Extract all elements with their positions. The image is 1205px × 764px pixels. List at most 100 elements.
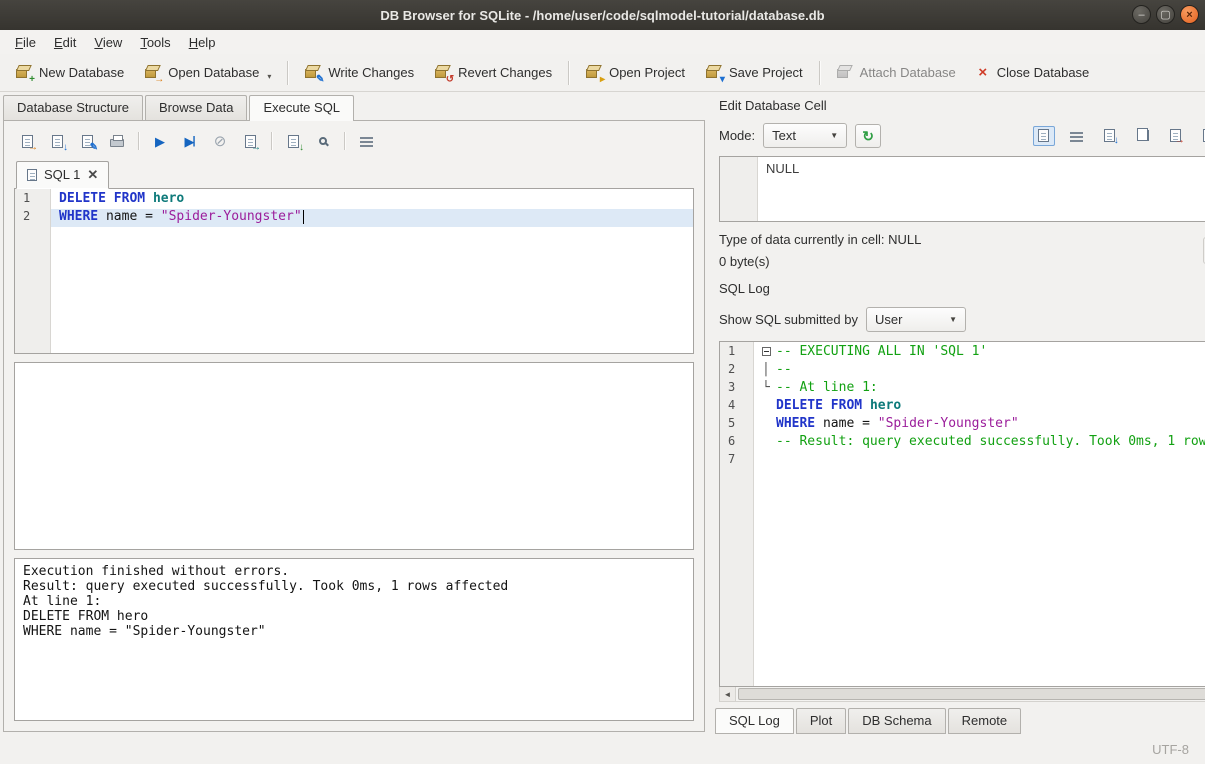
code-line[interactable]: │-- — [754, 362, 1205, 380]
new-database-label: New Database — [39, 65, 124, 80]
menu-tools[interactable]: Tools — [131, 32, 179, 53]
code-line[interactable]: -- Result: query executed successfully. … — [754, 434, 1205, 452]
main-tab-bar: Database Structure Browse Data Execute S… — [0, 92, 707, 120]
code-line[interactable] — [754, 452, 1205, 470]
word-wrap-icon: ↻ — [862, 129, 874, 143]
sql-code-editor[interactable]: 12 DELETE FROM heroWHERE name = "Spider-… — [14, 188, 694, 354]
text-mode-icon[interactable] — [1033, 126, 1055, 146]
sql-file-tab-bar: SQL 1 ✕ — [14, 161, 694, 188]
toolbar-separator — [568, 61, 569, 85]
tab-database-structure[interactable]: Database Structure — [3, 95, 143, 120]
left-panel: Database Structure Browse Data Execute S… — [0, 92, 707, 734]
sql-log-filter-label: Show SQL submitted by — [719, 312, 858, 327]
scrollbar-thumb[interactable] — [738, 688, 1205, 700]
revert-changes-button[interactable]: ↺ Revert Changes — [425, 59, 561, 87]
attach-database-button[interactable]: Attach Database — [827, 59, 965, 87]
edit-cell-dock-header: Edit Database Cell × — [711, 92, 1205, 117]
window-controls: – ▢ × — [1132, 5, 1199, 24]
close-database-label: Close Database — [997, 65, 1090, 80]
sql-log-filter-select[interactable]: User ▼ — [866, 307, 966, 332]
sql-log-dock-header: SQL Log × — [711, 275, 1205, 300]
execute-sql-panel: → ↓ ✎ ▶ ▶| ⊘ → ↓ — [3, 120, 705, 732]
dock-tab-bar: SQL Log Plot DB Schema Remote — [711, 702, 1205, 734]
save-project-label: Save Project — [729, 65, 803, 80]
open-database-button[interactable]: → Open Database ▾ — [135, 59, 280, 87]
mode-select[interactable]: Text ▼ — [763, 123, 847, 148]
encoding-label: UTF-8 — [1152, 742, 1189, 757]
scrollbar-track[interactable] — [736, 687, 1205, 701]
sql-log-view[interactable]: 1234567 -- EXECUTING ALL IN 'SQL 1'│--└-… — [719, 341, 1205, 687]
save-project-button[interactable]: ▾ Save Project — [696, 59, 812, 87]
execute-all-icon[interactable]: ▶ — [147, 129, 173, 153]
dock-tab-sql-log[interactable]: SQL Log — [715, 708, 794, 734]
code-line[interactable]: WHERE name = "Spider-Youngster" — [754, 416, 1205, 434]
toolbar-separator — [138, 132, 139, 150]
cell-editor[interactable]: NULL — [719, 156, 1205, 222]
toolbar-separator — [271, 132, 272, 150]
word-wrap-button[interactable]: ↻ — [855, 124, 881, 148]
sql-file-tab-label: SQL 1 — [44, 167, 80, 182]
close-sql-tab-icon[interactable]: ✕ — [87, 168, 98, 181]
sql-document-icon — [27, 169, 37, 181]
sql-log-filter-value: User — [875, 312, 902, 327]
menu-file[interactable]: File — [6, 32, 45, 53]
sql-code-area[interactable]: DELETE FROM heroWHERE name = "Spider-You… — [51, 189, 693, 353]
close-database-button[interactable]: × Close Database — [967, 59, 1099, 87]
attach-database-icon — [836, 65, 853, 81]
stop-execution-icon[interactable]: ⊘ — [207, 129, 233, 153]
find-replace-icon[interactable] — [310, 129, 336, 153]
save-sql-file-as-icon[interactable]: ✎ — [74, 129, 100, 153]
close-icon[interactable]: × — [1180, 5, 1199, 24]
save-results-icon[interactable]: ↓ — [280, 129, 306, 153]
export-results-icon[interactable]: → — [237, 129, 263, 153]
menu-edit[interactable]: Edit — [45, 32, 85, 53]
print-sql-icon[interactable] — [104, 129, 130, 153]
new-database-button[interactable]: + New Database — [6, 59, 133, 87]
mode-value: Text — [772, 128, 796, 143]
sql-file-tab[interactable]: SQL 1 ✕ — [16, 161, 109, 189]
write-changes-icon: ✎ — [304, 65, 321, 81]
open-project-button[interactable]: ▸ Open Project — [576, 59, 694, 87]
code-line[interactable]: └-- At line 1: — [754, 380, 1205, 398]
execute-current-line-icon[interactable]: ▶| — [177, 129, 203, 153]
edit-cell-title: Edit Database Cell — [719, 98, 827, 113]
minimize-icon[interactable]: – — [1132, 5, 1151, 24]
tab-execute-sql[interactable]: Execute SQL — [249, 95, 354, 121]
copy-cell-icon[interactable] — [1132, 126, 1154, 146]
save-project-icon: ▾ — [705, 65, 722, 81]
save-sql-file-icon[interactable]: ↓ — [44, 129, 70, 153]
cell-value[interactable]: NULL — [758, 157, 807, 221]
format-sql-icon[interactable] — [353, 129, 379, 153]
menu-help[interactable]: Help — [180, 32, 225, 53]
export-cell-icon[interactable]: → — [1198, 126, 1205, 146]
maximize-icon[interactable]: ▢ — [1156, 5, 1175, 24]
open-sql-file-icon[interactable]: → — [14, 129, 40, 153]
horizontal-scrollbar[interactable]: ◄ ► — [719, 687, 1205, 702]
toolbar-separator — [344, 132, 345, 150]
code-line[interactable]: DELETE FROM hero — [51, 191, 693, 209]
write-changes-button[interactable]: ✎ Write Changes — [295, 59, 423, 87]
results-grid[interactable] — [14, 362, 694, 550]
dock-tab-plot[interactable]: Plot — [796, 708, 846, 734]
open-database-label: Open Database — [168, 65, 259, 80]
revert-changes-label: Revert Changes — [458, 65, 552, 80]
mode-label: Mode: — [719, 128, 755, 143]
menu-bar: File Edit View Tools Help — [0, 30, 1205, 54]
menu-view[interactable]: View — [85, 32, 131, 53]
dock-tab-db-schema[interactable]: DB Schema — [848, 708, 945, 734]
cell-editor-toolbar: ↓ → → ∅ — [1033, 126, 1205, 146]
dock-tab-remote[interactable]: Remote — [948, 708, 1022, 734]
tab-browse-data[interactable]: Browse Data — [145, 95, 247, 120]
import-cell-icon[interactable]: → — [1165, 126, 1187, 146]
cell-size-info: 0 byte(s) — [719, 254, 921, 269]
code-line[interactable]: WHERE name = "Spider-Youngster" — [51, 209, 693, 227]
code-line[interactable]: DELETE FROM hero — [754, 398, 1205, 416]
window-title: DB Browser for SQLite - /home/user/code/… — [380, 8, 824, 23]
align-text-icon[interactable] — [1066, 126, 1088, 146]
sql-log-code-area[interactable]: -- EXECUTING ALL IN 'SQL 1'│--└-- At lin… — [754, 342, 1205, 686]
execution-output[interactable]: Execution finished without errors. Resul… — [14, 558, 694, 721]
code-line[interactable]: -- EXECUTING ALL IN 'SQL 1' — [754, 344, 1205, 362]
save-cell-icon[interactable]: ↓ — [1099, 126, 1121, 146]
open-database-dropdown-icon[interactable]: ▾ — [267, 72, 271, 81]
scroll-left-icon[interactable]: ◄ — [720, 687, 736, 701]
